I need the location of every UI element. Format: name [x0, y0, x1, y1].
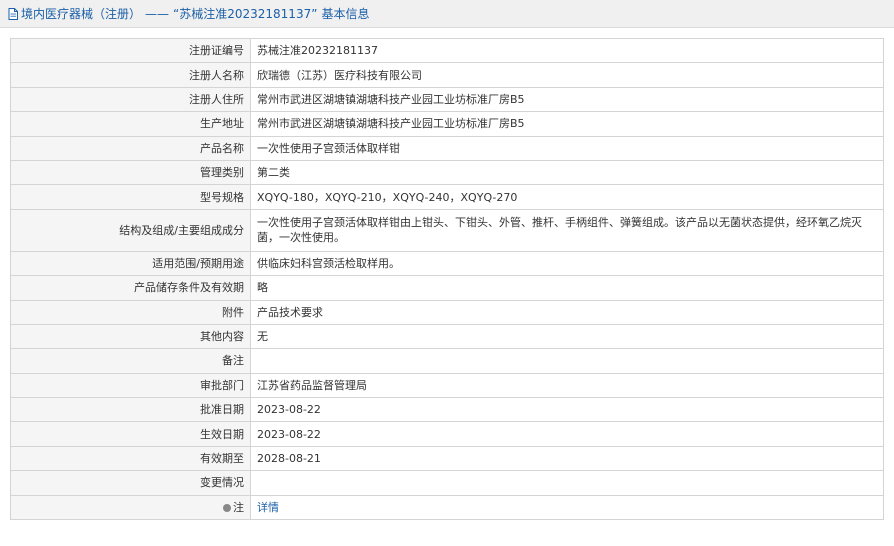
table-row: 产品储存条件及有效期略	[10, 275, 884, 301]
note-value-cell: 详情	[250, 494, 884, 521]
row-label: 注册人名称	[10, 62, 251, 88]
table-row: 结构及组成/主要组成成分 一次性使用子宫颈活体取样钳由上钳头、下钳头、外管、推杆、…	[10, 208, 884, 252]
row-value: 2023-08-22	[250, 397, 884, 423]
row-label: 产品储存条件及有效期	[10, 275, 251, 301]
row-label: 其他内容	[10, 323, 251, 350]
row-value: 一次性使用子宫颈活体取样钳	[250, 135, 884, 161]
note-label: 注	[233, 500, 244, 514]
row-value: 供临床妇科宫颈活检取样用。	[250, 250, 884, 277]
table-row: 备注	[10, 348, 884, 374]
table-row: 注册证编号 苏械注准20232181137	[10, 37, 884, 64]
row-label: 变更情况	[10, 470, 251, 496]
row-label: 型号规格	[10, 184, 251, 210]
row-label: 有效期至	[10, 445, 251, 472]
row-label: 管理类别	[10, 159, 251, 186]
table-row: 生产地址 常州市武进区湖塘镇湖塘科技产业园工业坊标准厂房B5	[10, 111, 884, 137]
header-subtitle: “苏械注准20232181137”	[173, 7, 318, 21]
row-label: 备注	[10, 348, 251, 374]
row-value: 2028-08-21	[250, 445, 884, 472]
row-label: 附件	[10, 299, 251, 325]
row-value: 欣瑞德（江苏）医疗科技有限公司	[250, 62, 884, 88]
row-label: 产品名称	[10, 135, 251, 161]
table-row: 产品名称 一次性使用子宫颈活体取样钳	[10, 135, 884, 161]
header-suffix: 基本信息	[321, 7, 370, 21]
table-row-note: 注 详情	[10, 494, 884, 521]
table-row: 管理类别 第二类	[10, 159, 884, 186]
table-row: 批准日期 2023-08-22	[10, 397, 884, 423]
row-value: 常州市武进区湖塘镇湖塘科技产业园工业坊标准厂房B5	[250, 86, 884, 113]
header-category: 境内医疗器械（注册）	[21, 7, 142, 21]
row-value: XQYQ-180，XQYQ-210，XQYQ-240，XQYQ-270	[250, 184, 884, 210]
row-value: 无	[250, 323, 884, 350]
table-row: 适用范围/预期用途 供临床妇科宫颈活检取样用。	[10, 250, 884, 277]
info-bullet-icon	[223, 503, 231, 512]
document-icon	[8, 7, 18, 20]
row-label: 生效日期	[10, 421, 251, 447]
row-value	[250, 348, 884, 374]
row-label: 结构及组成/主要组成成分	[10, 208, 251, 252]
row-label: 生产地址	[10, 111, 251, 137]
table-row: 变更情况	[10, 470, 884, 496]
row-label: 审批部门	[10, 372, 251, 399]
row-value: 苏械注准20232181137	[250, 37, 884, 64]
note-label-cell: 注	[10, 494, 251, 521]
row-label: 注册人住所	[10, 86, 251, 113]
page-header: 境内医疗器械（注册） —— “苏械注准20232181137” 基本信息	[0, 0, 894, 28]
row-value: 江苏省药品监督管理局	[250, 372, 884, 399]
table-row: 附件 产品技术要求	[10, 299, 884, 325]
row-value: 第二类	[250, 159, 884, 186]
row-label: 适用范围/预期用途	[10, 250, 251, 277]
table-row: 生效日期 2023-08-22	[10, 421, 884, 447]
row-value: 2023-08-22	[250, 421, 884, 447]
header-separator: ——	[145, 6, 170, 21]
row-value: 产品技术要求	[250, 299, 884, 325]
row-value	[250, 470, 884, 496]
row-value: 略	[250, 275, 884, 301]
table-row: 其他内容无	[10, 323, 884, 350]
table-row: 注册人住所 常州市武进区湖塘镇湖塘科技产业园工业坊标准厂房B5	[10, 86, 884, 113]
row-value: 一次性使用子宫颈活体取样钳由上钳头、下钳头、外管、推杆、手柄组件、弹簧组成。该产…	[250, 208, 884, 252]
info-table: 注册证编号 苏械注准20232181137 注册人名称 欣瑞德（江苏）医疗科技有限公司…	[10, 37, 884, 521]
row-label: 批准日期	[10, 397, 251, 423]
row-label: 注册证编号	[10, 37, 251, 64]
table-row: 型号规格 XQYQ-180，XQYQ-210，XQYQ-240，XQYQ-270	[10, 184, 884, 210]
details-link[interactable]: 详情	[257, 501, 279, 514]
table-row: 注册人名称 欣瑞德（江苏）医疗科技有限公司	[10, 62, 884, 88]
table-row: 审批部门 江苏省药品监督管理局	[10, 372, 884, 399]
row-value: 常州市武进区湖塘镇湖塘科技产业园工业坊标准厂房B5	[250, 111, 884, 137]
table-row: 有效期至 2028-08-21	[10, 445, 884, 472]
